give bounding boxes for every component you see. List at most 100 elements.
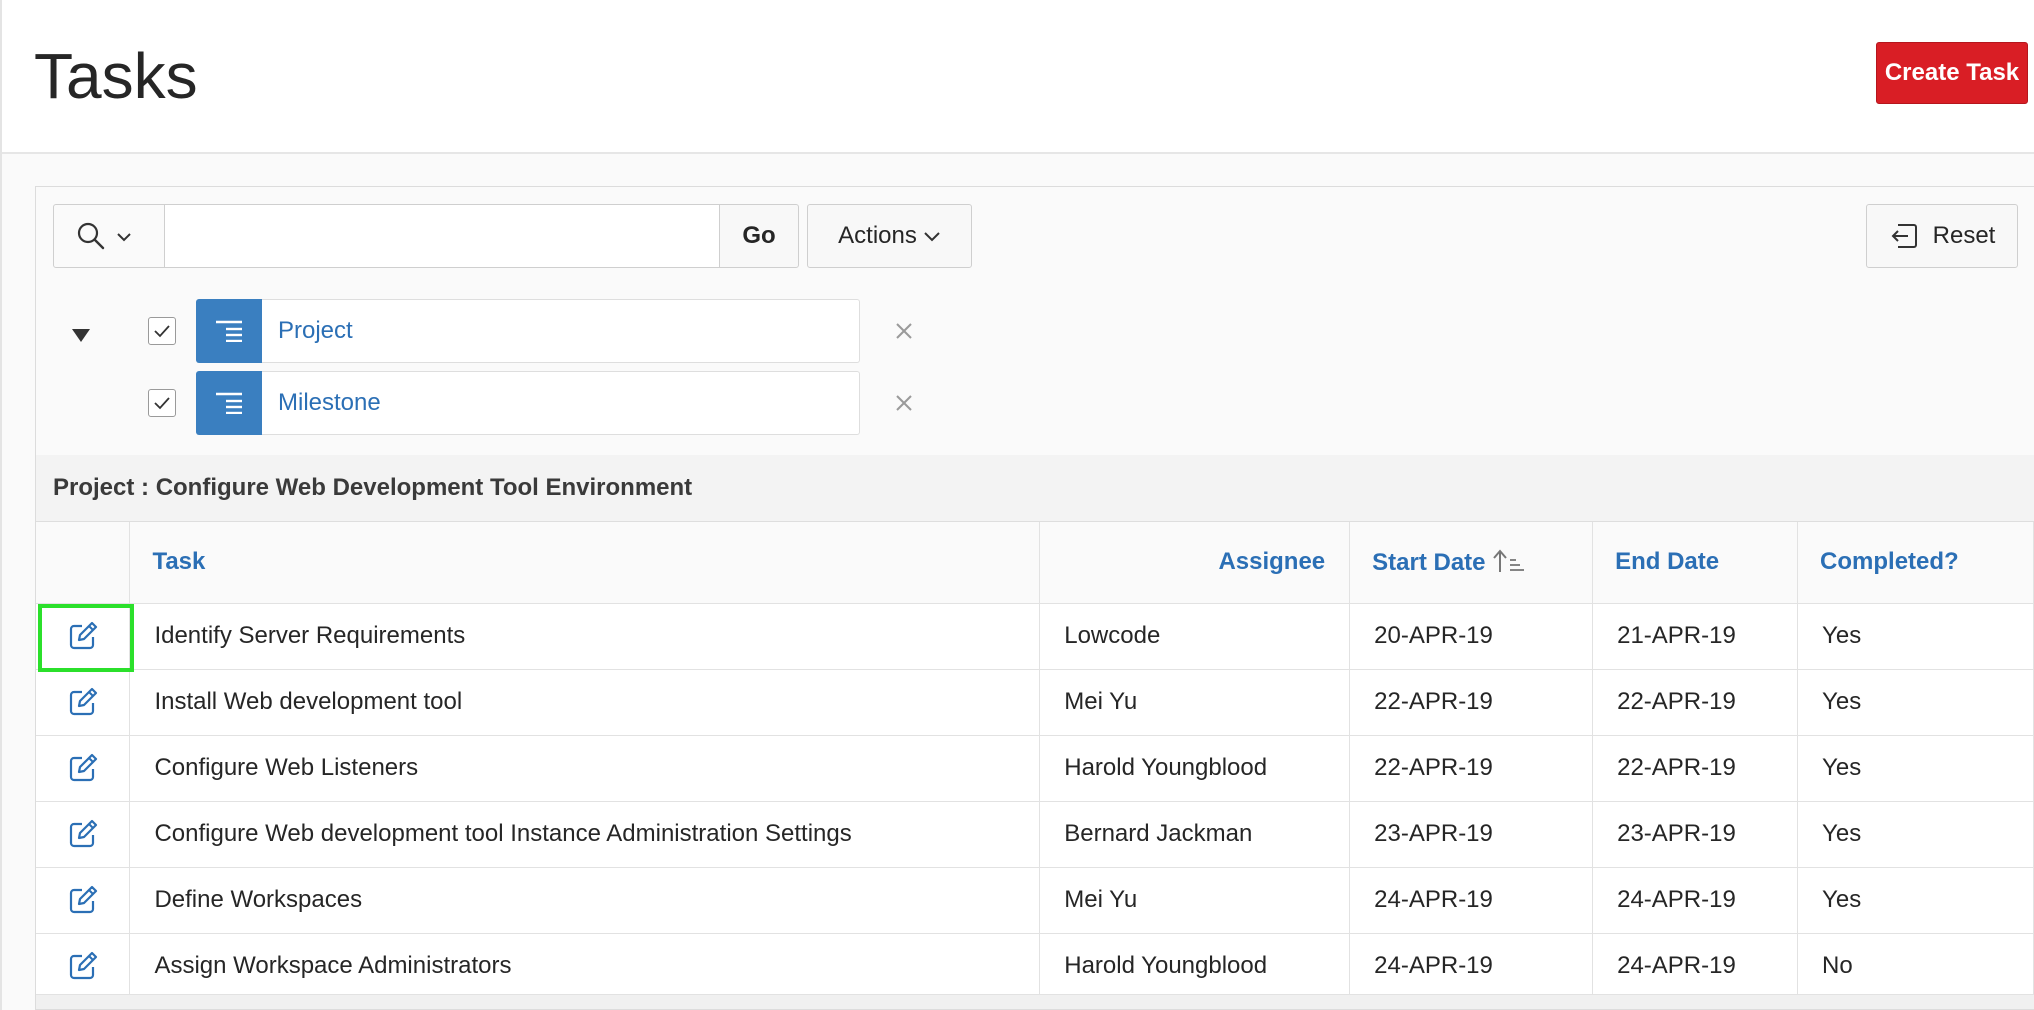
control-break-filter[interactable]: Project	[262, 299, 860, 363]
start-date-cell: 22-APR-19	[1349, 669, 1594, 736]
control-break-row: Milestone	[36, 371, 936, 435]
page-header: Tasks Create Task	[2, 0, 2034, 154]
end-date-cell: 22-APR-19	[1592, 669, 1799, 736]
column-header-start-date[interactable]: Start Date	[1349, 522, 1594, 604]
control-break-label: Project	[278, 317, 353, 344]
close-icon	[896, 395, 912, 411]
task-cell: Configure Web Listeners	[129, 735, 1041, 802]
assignee-cell: Bernard Jackman	[1039, 801, 1351, 868]
start-date-cell: 23-APR-19	[1349, 801, 1594, 868]
table-row: Install Web development tool Mei Yu 22-A…	[36, 669, 2034, 736]
control-break-filter[interactable]: Milestone	[262, 371, 860, 435]
task-cell: Assign Workspace Administrators	[129, 933, 1041, 1000]
column-header-completed[interactable]: Completed?	[1797, 522, 2034, 604]
edit-icon	[69, 885, 97, 914]
edit-row-link[interactable]	[63, 616, 103, 656]
sort-ascending-icon	[1492, 549, 1524, 572]
edit-icon	[69, 819, 97, 848]
completed-cell: Yes	[1797, 603, 2034, 670]
column-header-assignee[interactable]: Assignee	[1039, 522, 1351, 604]
assignee-cell: Lowcode	[1039, 603, 1351, 670]
task-cell: Configure Web development tool Instance …	[129, 801, 1041, 868]
create-task-button[interactable]: Create Task	[1876, 42, 2028, 104]
completed-cell: Yes	[1797, 735, 2034, 802]
start-date-cell: 20-APR-19	[1349, 603, 1594, 670]
search-column-selector[interactable]	[53, 204, 165, 268]
group-heading-text: Project : Configure Web Development Tool…	[53, 474, 693, 501]
column-header-task[interactable]: Task	[129, 522, 1041, 604]
check-icon	[154, 325, 170, 338]
completed-cell: Yes	[1797, 867, 2034, 934]
edit-icon	[69, 621, 97, 650]
task-cell: Define Workspaces	[129, 867, 1041, 934]
interactive-report: Go Actions Reset Project Milestone Proje…	[35, 186, 2034, 1010]
task-cell: Install Web development tool	[129, 669, 1041, 736]
end-date-cell: 24-APR-19	[1592, 933, 1799, 1000]
chevron-down-icon	[924, 232, 940, 242]
start-date-cell: 24-APR-19	[1349, 933, 1594, 1000]
table-row: Configure Web Listeners Harold Youngbloo…	[36, 735, 2034, 802]
table-row: Configure Web development tool Instance …	[36, 801, 2034, 868]
report-toolbar: Go Actions Reset	[36, 187, 2034, 285]
edit-row-link[interactable]	[63, 682, 103, 722]
remove-break-button[interactable]	[890, 317, 918, 345]
break-enable-checkbox[interactable]	[148, 389, 176, 417]
edit-icon	[69, 687, 97, 716]
tasks-table: Task Assignee Start Date End Date Comple…	[36, 522, 2034, 1000]
search-icon	[77, 222, 105, 250]
reset-button[interactable]: Reset	[1866, 204, 2018, 268]
control-break-group-heading: Project : Configure Web Development Tool…	[36, 455, 2034, 522]
end-date-cell: 24-APR-19	[1592, 867, 1799, 934]
close-icon	[896, 323, 912, 339]
completed-cell: Yes	[1797, 669, 2034, 736]
table-header-row: Task Assignee Start Date End Date Comple…	[36, 522, 2034, 604]
control-break-list-icon	[216, 392, 242, 414]
break-enable-checkbox[interactable]	[148, 317, 176, 345]
table-row: Define Workspaces Mei Yu 24-APR-19 24-AP…	[36, 867, 2034, 934]
table-row: Identify Server Requirements Lowcode 20-…	[36, 603, 2034, 670]
actions-menu-button[interactable]: Actions	[807, 204, 972, 268]
column-header-end-date[interactable]: End Date	[1592, 522, 1799, 604]
reset-icon	[1891, 224, 1917, 248]
control-break-row: Project	[36, 299, 936, 363]
check-icon	[154, 397, 170, 410]
edit-cell	[36, 669, 131, 736]
control-break-icon[interactable]	[196, 371, 262, 435]
edit-cell	[36, 735, 131, 802]
assignee-cell: Mei Yu	[1039, 867, 1351, 934]
control-break-settings: Project Milestone	[36, 285, 2034, 456]
go-button[interactable]: Go	[719, 204, 799, 268]
report-footer-strip	[36, 994, 2034, 1009]
edit-row-link[interactable]	[63, 880, 103, 920]
reset-label: Reset	[1932, 222, 1996, 249]
edit-icon	[69, 951, 97, 980]
table-row: Assign Workspace Administrators Harold Y…	[36, 933, 2034, 1000]
edit-cell	[36, 603, 131, 670]
assignee-cell: Harold Youngblood	[1039, 735, 1351, 802]
control-break-icon[interactable]	[196, 299, 262, 363]
search-input[interactable]	[164, 204, 720, 268]
end-date-cell: 21-APR-19	[1592, 603, 1799, 670]
assignee-cell: Mei Yu	[1039, 669, 1351, 736]
end-date-cell: 23-APR-19	[1592, 801, 1799, 868]
page-title: Tasks	[34, 40, 198, 112]
completed-cell: Yes	[1797, 801, 2034, 868]
edit-row-link[interactable]	[63, 748, 103, 788]
start-date-cell: 24-APR-19	[1349, 867, 1594, 934]
column-header-edit	[36, 522, 131, 604]
remove-break-button[interactable]	[890, 389, 918, 417]
edit-cell	[36, 801, 131, 868]
control-break-label: Milestone	[278, 389, 381, 416]
control-break-list-icon	[216, 320, 242, 342]
start-date-cell: 22-APR-19	[1349, 735, 1594, 802]
assignee-cell: Harold Youngblood	[1039, 933, 1351, 1000]
edit-row-link[interactable]	[63, 946, 103, 986]
edit-row-link[interactable]	[63, 814, 103, 854]
completed-cell: No	[1797, 933, 2034, 1000]
end-date-cell: 22-APR-19	[1592, 735, 1799, 802]
edit-cell	[36, 867, 131, 934]
edit-cell	[36, 933, 131, 1000]
chevron-down-icon	[117, 233, 131, 242]
actions-label: Actions	[838, 222, 917, 249]
task-cell: Identify Server Requirements	[129, 603, 1041, 670]
